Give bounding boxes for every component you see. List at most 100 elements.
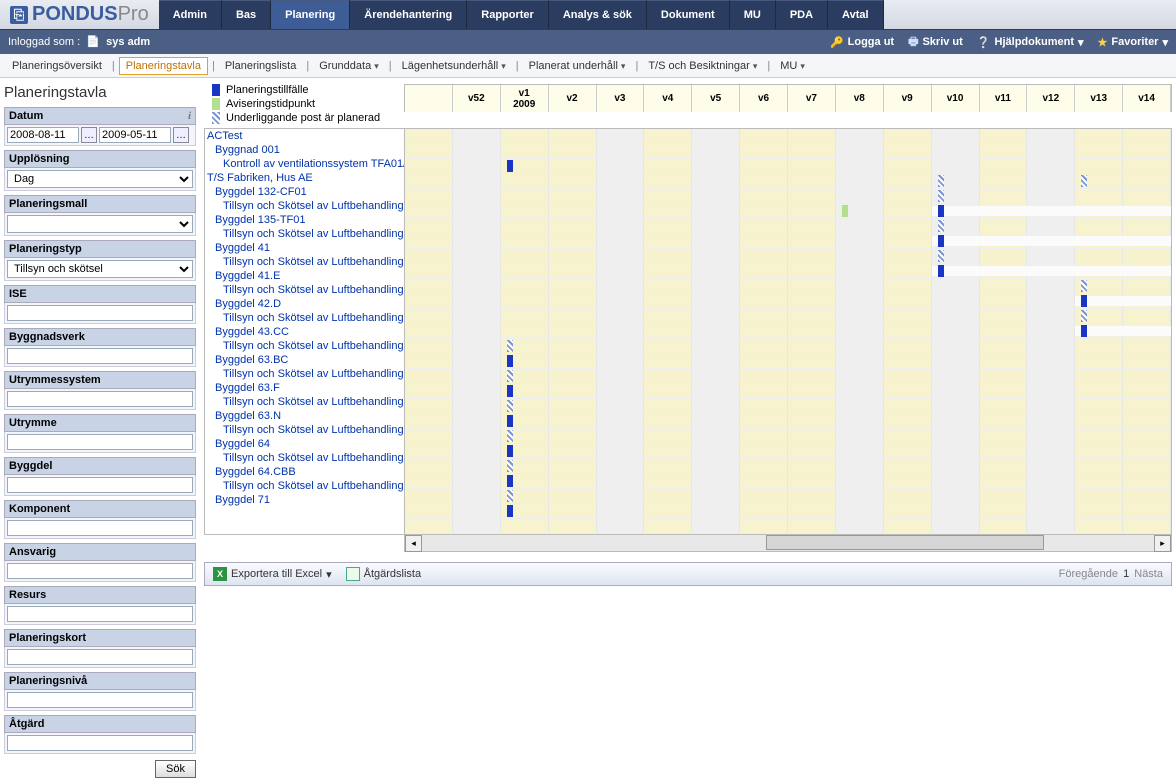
tree-item[interactable]: Byggdel 63.N: [205, 409, 404, 423]
subnav-planeringstavla[interactable]: Planeringstavla: [119, 57, 208, 75]
tree-item[interactable]: Byggnad 001: [205, 143, 404, 157]
pager-next[interactable]: Nästa: [1134, 568, 1163, 580]
planeringstyp-select[interactable]: Tillsyn och skötsel: [7, 260, 193, 278]
tree-item[interactable]: Byggdel 41: [205, 241, 404, 255]
planeringsmall-select[interactable]: [7, 215, 193, 233]
gantt-marker[interactable]: [938, 265, 944, 277]
tree-item[interactable]: Byggdel 132-CF01: [205, 185, 404, 199]
tree-item[interactable]: ACTest: [205, 129, 404, 143]
pager-prev[interactable]: Föregående: [1059, 568, 1118, 580]
logout-link[interactable]: 🔑 Logga ut: [830, 36, 894, 49]
byggdel-input[interactable]: [7, 477, 193, 493]
scroll-thumb[interactable]: [766, 535, 1044, 550]
export-excel-button[interactable]: X Exportera till Excel ▾: [213, 567, 332, 581]
nav-tab-planering[interactable]: Planering: [271, 0, 350, 29]
gantt-marker[interactable]: [507, 340, 513, 352]
favorites-link[interactable]: ★ Favoriter ▾: [1098, 36, 1168, 49]
subnav-grunddata[interactable]: Grunddata: [313, 58, 385, 74]
gantt-marker[interactable]: [842, 205, 848, 217]
nav-tab-analyssk[interactable]: Analys & sök: [549, 0, 647, 29]
gantt-marker[interactable]: [507, 400, 513, 412]
scroll-left-button[interactable]: ◂: [405, 535, 422, 552]
gantt-marker[interactable]: [938, 235, 944, 247]
gantt-marker[interactable]: [1081, 175, 1087, 187]
tree-item[interactable]: Byggdel 63.F: [205, 381, 404, 395]
tree-item[interactable]: Byggdel 71: [205, 493, 404, 507]
tree-item[interactable]: Byggdel 64: [205, 437, 404, 451]
gantt-scrollbar[interactable]: ◂ ▸: [404, 535, 1172, 552]
gantt-marker[interactable]: [507, 505, 513, 517]
upplosning-select[interactable]: Dag: [7, 170, 193, 188]
nav-tab-pda[interactable]: PDA: [776, 0, 828, 29]
utrymme-input[interactable]: [7, 434, 193, 450]
nav-tab-admin[interactable]: Admin: [159, 0, 222, 29]
gantt-marker[interactable]: [507, 460, 513, 472]
gantt-marker[interactable]: [938, 220, 944, 232]
print-link[interactable]: 🖶 Skriv ut: [908, 33, 963, 52]
help-link[interactable]: ❔ Hjälpdokument ▾: [977, 36, 1084, 49]
tree-item[interactable]: Byggdel 63.BC: [205, 353, 404, 367]
gantt-marker[interactable]: [507, 475, 513, 487]
tree-item[interactable]: Kontroll av ventilationssystem TFA01/F: [205, 157, 404, 171]
info-icon[interactable]: i: [188, 110, 191, 122]
byggnadsverk-input[interactable]: [7, 348, 193, 364]
gantt-marker[interactable]: [1081, 295, 1087, 307]
tree-item[interactable]: T/S Fabriken, Hus AE: [205, 171, 404, 185]
gantt-marker[interactable]: [938, 190, 944, 202]
gantt-marker[interactable]: [938, 250, 944, 262]
nav-tab-dokument[interactable]: Dokument: [647, 0, 730, 29]
gantt-marker[interactable]: [1081, 310, 1087, 322]
tree-item[interactable]: Tillsyn och Skötsel av Luftbehandlingsa: [205, 395, 404, 409]
action-list-button[interactable]: Åtgärdslista: [346, 567, 421, 581]
gantt-marker[interactable]: [507, 385, 513, 397]
date-to-picker[interactable]: …: [173, 127, 189, 143]
subnav-planeringslista[interactable]: Planeringslista: [219, 58, 303, 74]
tree-item[interactable]: Byggdel 43.CC: [205, 325, 404, 339]
planeringskort-input[interactable]: [7, 649, 193, 665]
gantt-marker[interactable]: [507, 160, 513, 172]
tree-item[interactable]: Tillsyn och Skötsel av Luftbehandlingsa: [205, 451, 404, 465]
nav-tab-bas[interactable]: Bas: [222, 0, 271, 29]
subnav-planeringsversikt[interactable]: Planeringsöversikt: [6, 58, 108, 74]
utrymmessystem-input[interactable]: [7, 391, 193, 407]
tree-item[interactable]: Tillsyn och Skötsel av Luftbehandlingsa: [205, 311, 404, 325]
scroll-right-button[interactable]: ▸: [1154, 535, 1171, 552]
gantt-marker[interactable]: [507, 415, 513, 427]
gantt-marker[interactable]: [507, 370, 513, 382]
nav-tab-rendehantering[interactable]: Ärendehantering: [350, 0, 467, 29]
resurs-input[interactable]: [7, 606, 193, 622]
tree-item[interactable]: Tillsyn och Skötsel av Luftbehandlingsa: [205, 479, 404, 493]
nav-tab-mu[interactable]: MU: [730, 0, 776, 29]
komponent-input[interactable]: [7, 520, 193, 536]
tree-item[interactable]: Tillsyn och Skötsel av Luftbehandlingsa: [205, 227, 404, 241]
nav-tab-avtal[interactable]: Avtal: [828, 0, 884, 29]
atgard-input[interactable]: [7, 735, 193, 751]
gantt-marker[interactable]: [938, 175, 944, 187]
tree-item[interactable]: Byggdel 64.CBB: [205, 465, 404, 479]
gantt-marker[interactable]: [1081, 280, 1087, 292]
tree-item[interactable]: Byggdel 42.D: [205, 297, 404, 311]
date-to-input[interactable]: [99, 127, 171, 143]
subnav-lgenhetsunderhll[interactable]: Lägenhetsunderhåll: [396, 58, 512, 74]
subnav-planeratunderhll[interactable]: Planerat underhåll: [523, 58, 632, 74]
tree-item[interactable]: Tillsyn och Skötsel av Luftbehandlingsa: [205, 199, 404, 213]
search-button[interactable]: Sök: [155, 760, 196, 778]
gantt-marker[interactable]: [507, 355, 513, 367]
tree-item[interactable]: Tillsyn och Skötsel av Luftbehandlingsa: [205, 255, 404, 269]
tree-item[interactable]: Byggdel 41.E: [205, 269, 404, 283]
nav-tab-rapporter[interactable]: Rapporter: [467, 0, 549, 29]
ise-input[interactable]: [7, 305, 193, 321]
tree-item[interactable]: Tillsyn och Skötsel av Luftbehandlingsa: [205, 339, 404, 353]
tree-item[interactable]: Tillsyn och Skötsel av Luftbehandlingsa: [205, 423, 404, 437]
date-from-picker[interactable]: …: [81, 127, 97, 143]
subnav-tsochbesiktningar[interactable]: T/S och Besiktningar: [642, 58, 763, 74]
date-from-input[interactable]: [7, 127, 79, 143]
planeringsniva-input[interactable]: [7, 692, 193, 708]
tree-item[interactable]: Byggdel 135-TF01: [205, 213, 404, 227]
gantt-marker[interactable]: [507, 490, 513, 502]
gantt-marker[interactable]: [1081, 325, 1087, 337]
subnav-mu[interactable]: MU: [774, 58, 811, 74]
gantt-marker[interactable]: [507, 445, 513, 457]
ansvarig-input[interactable]: [7, 563, 193, 579]
tree-item[interactable]: Tillsyn och Skötsel av Luftbehandlingsa: [205, 367, 404, 381]
